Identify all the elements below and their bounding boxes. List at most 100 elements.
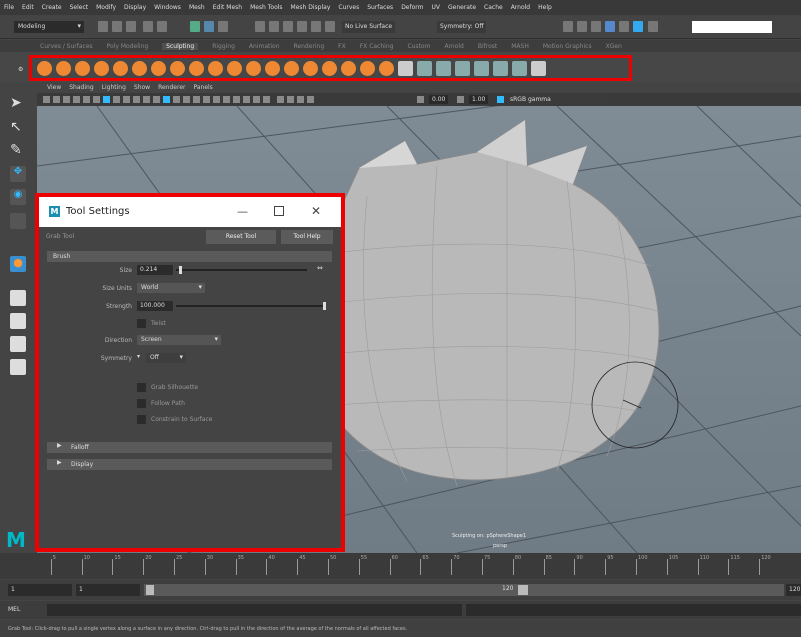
bulge-tool-icon[interactable]	[322, 60, 337, 76]
size-field[interactable]: 0.214	[137, 265, 173, 275]
shelf-tab-animation[interactable]: Animation	[249, 43, 280, 50]
single-perspective-icon[interactable]	[10, 290, 26, 306]
grid-icon[interactable]	[103, 96, 110, 103]
viewport-menu-renderer[interactable]: Renderer	[158, 84, 185, 91]
freeze-tool-icon[interactable]	[360, 60, 375, 76]
camera-attr-icon[interactable]	[53, 96, 60, 103]
menu-mesh-tools[interactable]: Mesh Tools	[250, 4, 282, 11]
menu-file[interactable]: File	[4, 4, 14, 11]
display-expand-icon[interactable]: ▶	[57, 459, 62, 466]
minimize-icon[interactable]: —	[237, 205, 248, 218]
textured-icon[interactable]	[203, 96, 210, 103]
viewport-menu-panels[interactable]: Panels	[193, 84, 212, 91]
menu-create[interactable]: Create	[42, 4, 62, 11]
menu-windows[interactable]: Windows	[154, 4, 181, 11]
snap-curve-icon[interactable]	[269, 21, 279, 32]
knife-tool-icon[interactable]	[284, 60, 299, 76]
blend-shape-icon[interactable]	[417, 60, 432, 76]
open-scene-icon[interactable]	[112, 21, 122, 32]
save-scene-icon[interactable]	[126, 21, 136, 32]
shadows-icon[interactable]	[223, 96, 230, 103]
xray-icon[interactable]	[287, 96, 294, 103]
hypershade-icon[interactable]	[619, 21, 629, 32]
scrape-tool-icon[interactable]	[246, 60, 261, 76]
menu-help[interactable]: Help	[538, 4, 552, 11]
constrain-surface-checkbox[interactable]	[137, 415, 146, 424]
menu-select[interactable]: Select	[70, 4, 89, 11]
falloff-expand-icon[interactable]: ▶	[57, 442, 62, 449]
live-surface-field[interactable]: No Live Surface	[342, 21, 396, 33]
viewport-menu-shading[interactable]: Shading	[69, 84, 93, 91]
repeat-tool-icon[interactable]	[189, 60, 204, 76]
twist-checkbox[interactable]	[137, 319, 146, 328]
shelf-tab-mash[interactable]: MASH	[511, 43, 529, 50]
shelf-tab-sculpting[interactable]: Sculpting	[162, 42, 199, 50]
four-view-icon[interactable]	[10, 313, 26, 329]
select-tool-icon[interactable]: ➤	[10, 95, 26, 111]
menu-cache[interactable]: Cache	[484, 4, 503, 11]
gate-mask-icon[interactable]	[133, 96, 140, 103]
new-scene-icon[interactable]	[98, 21, 108, 32]
menu-display[interactable]: Display	[124, 4, 146, 11]
range-start-handle[interactable]	[146, 585, 154, 595]
snap-point-icon[interactable]	[283, 21, 293, 32]
menu-edit-mesh[interactable]: Edit Mesh	[213, 4, 242, 11]
outliner-icon[interactable]	[10, 359, 26, 375]
persp-outliner-icon[interactable]	[10, 336, 26, 352]
reset-tool-button[interactable]: Reset Tool	[206, 230, 276, 244]
relax-tool-icon[interactable]	[75, 60, 90, 76]
menu-edit[interactable]: Edit	[22, 4, 34, 11]
default-material-icon[interactable]	[183, 96, 190, 103]
xray-joints-icon[interactable]	[297, 96, 304, 103]
imprint-tool-icon[interactable]	[208, 60, 223, 76]
falloff-section-header[interactable]: Falloff	[47, 442, 332, 453]
tool-help-button[interactable]: Tool Help	[281, 230, 333, 244]
display-section-header[interactable]: Display	[47, 459, 332, 470]
menu-uv[interactable]: UV	[432, 4, 441, 11]
gamma-icon[interactable]	[457, 96, 464, 103]
viewport-menu-lighting[interactable]: Lighting	[102, 84, 126, 91]
start-time-field[interactable]: 1	[8, 584, 72, 596]
grab-silhouette-checkbox[interactable]	[137, 383, 146, 392]
flatten-tool-icon[interactable]	[132, 60, 147, 76]
symmetry-dropdown[interactable]: Symmetry: Off	[437, 21, 487, 33]
ipr-render-icon[interactable]	[591, 21, 601, 32]
texture-icon[interactable]	[512, 60, 527, 76]
shelf-tab-rigging[interactable]: Rigging	[212, 43, 235, 50]
maximize-icon[interactable]	[274, 206, 284, 216]
snap-view-icon[interactable]	[297, 21, 307, 32]
select-hierarchy-icon[interactable]	[190, 21, 200, 32]
wireframe-icon[interactable]	[163, 96, 170, 103]
select-object-icon[interactable]	[204, 21, 214, 32]
menu-curves[interactable]: Curves	[338, 4, 359, 11]
color-management-icon[interactable]	[497, 96, 504, 103]
strength-field[interactable]: 100.000	[137, 301, 173, 311]
command-input[interactable]	[47, 604, 462, 616]
shelf-tab-bifrost[interactable]: Bifrost	[478, 43, 497, 50]
shelf-tab-arnold[interactable]: Arnold	[444, 43, 463, 50]
anti-alias-icon[interactable]	[253, 96, 260, 103]
render-frame-icon[interactable]	[577, 21, 587, 32]
scale-tool-icon[interactable]	[10, 213, 26, 229]
close-icon[interactable]: ✕	[311, 204, 321, 218]
render-view-icon[interactable]	[563, 21, 573, 32]
size-pick-icon[interactable]: ⇔	[317, 264, 323, 272]
lights-icon[interactable]	[213, 96, 220, 103]
range-end-handle[interactable]	[518, 585, 528, 595]
bookmark-icon[interactable]	[63, 96, 70, 103]
image-plane-icon[interactable]	[73, 96, 80, 103]
shelf-tab-custom[interactable]: Custom	[407, 43, 430, 50]
snap-surface-icon[interactable]	[311, 21, 321, 32]
pinch-tool-icon[interactable]	[113, 60, 128, 76]
menu-mesh-display[interactable]: Mesh Display	[291, 4, 331, 11]
mirror-icon[interactable]	[455, 60, 470, 76]
strength-slider-track[interactable]	[176, 305, 326, 307]
film-gate-icon[interactable]	[113, 96, 120, 103]
shelf-tab-rendering[interactable]: Rendering	[294, 43, 325, 50]
gamma-field[interactable]: 1.00	[469, 95, 489, 104]
motion-blur-icon[interactable]	[243, 96, 250, 103]
smooth-tool-icon[interactable]	[56, 60, 71, 76]
pause-icon[interactable]	[648, 21, 658, 32]
convert-freeze-icon[interactable]	[379, 60, 394, 76]
menu-surfaces[interactable]: Surfaces	[367, 4, 393, 11]
